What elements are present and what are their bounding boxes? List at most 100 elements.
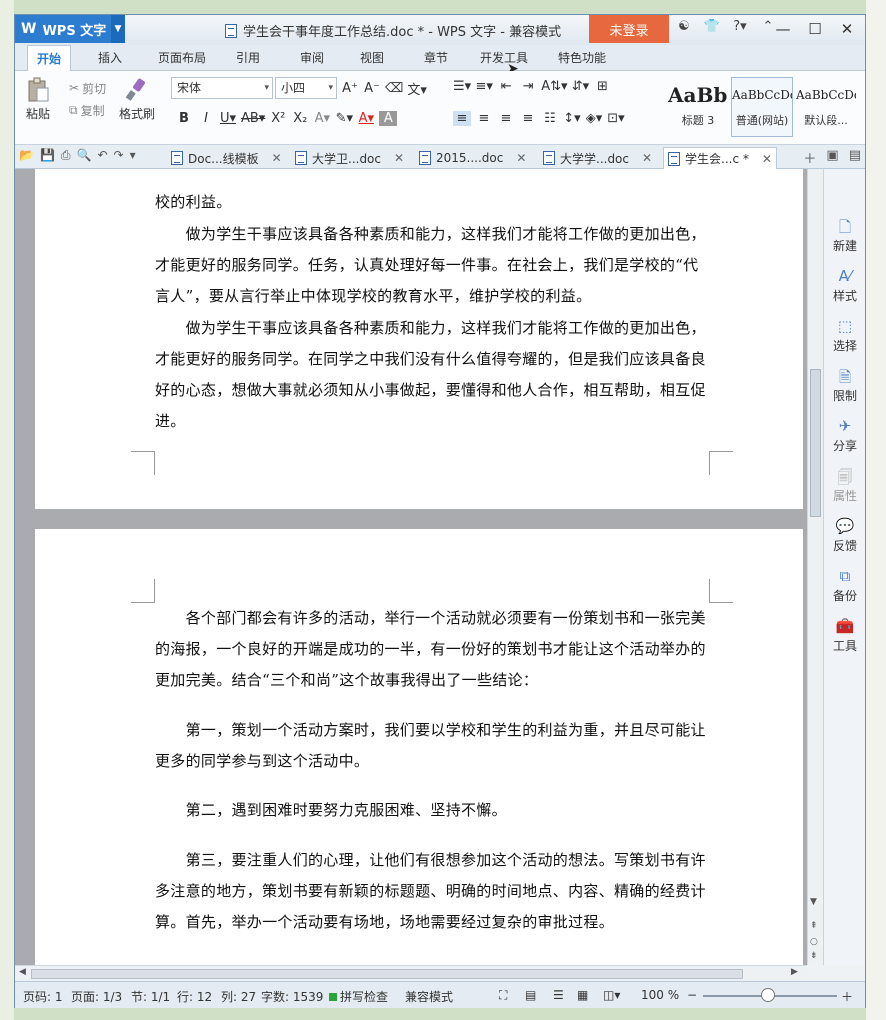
- close-icon[interactable]: ✕: [833, 17, 861, 41]
- fullscreen-view-icon[interactable]: ⛶: [499, 988, 507, 1003]
- taskpane-new[interactable]: 🗋 新建: [824, 217, 866, 254]
- maximize-icon[interactable]: ☐: [801, 17, 829, 41]
- font-size-select[interactable]: 小四: [275, 77, 337, 99]
- open-folder-icon[interactable]: 📂: [19, 148, 34, 163]
- table-grid-icon[interactable]: ⊞: [594, 79, 612, 94]
- reading-mode-icon[interactable]: ◫▾: [603, 988, 620, 1002]
- redo-icon[interactable]: ↷: [114, 148, 124, 163]
- align-center-icon[interactable]: ≡: [475, 111, 493, 126]
- phonetic-icon[interactable]: 文▾: [407, 79, 427, 98]
- scroll-thumb[interactable]: [810, 369, 821, 517]
- italic-icon[interactable]: I: [197, 111, 215, 126]
- close-icon[interactable]: ✕: [762, 152, 772, 166]
- tab-menu-icon[interactable]: ▤: [849, 148, 861, 167]
- doc-tab[interactable]: Doc...线模板 ✕: [167, 147, 286, 169]
- line-spacing-icon[interactable]: ↕▾: [563, 111, 581, 126]
- cloud-icon[interactable]: ☯: [673, 19, 695, 34]
- sort-icon[interactable]: ⇵▾: [572, 79, 590, 94]
- page-view-icon[interactable]: ▤: [525, 988, 536, 1002]
- save-icon[interactable]: 💾: [40, 148, 55, 163]
- doc-tab[interactable]: 大学卫...doc ✕: [291, 147, 408, 169]
- taskpane-select[interactable]: ⬚ 选择: [824, 317, 866, 354]
- chevron-down-icon[interactable]: ▼: [111, 15, 125, 43]
- paste-button[interactable]: 粘贴: [23, 75, 53, 122]
- font-family-select[interactable]: 宋体: [171, 77, 273, 99]
- style-normal-web[interactable]: AaBbCcDd 普通(网站): [731, 77, 793, 137]
- print-icon[interactable]: ⎙: [61, 148, 71, 163]
- strikethrough-icon[interactable]: AB▾: [241, 111, 265, 126]
- close-icon[interactable]: ✕: [516, 151, 526, 165]
- document-canvas[interactable]: 校的利益。 做为学生干事应该具备各种素质和能力，这样我们才能将工作做的更加出色，…: [15, 169, 807, 965]
- shading-icon[interactable]: ◈▾: [585, 111, 603, 126]
- more-icon[interactable]: ▾: [130, 148, 136, 163]
- subscript-icon[interactable]: X₂: [291, 111, 309, 126]
- zoom-slider-handle[interactable]: [761, 988, 775, 1002]
- style-heading3[interactable]: AaBbC 标题 3: [667, 77, 729, 137]
- font-case-icon[interactable]: A⇅▾: [541, 79, 567, 94]
- scroll-thumb[interactable]: [31, 969, 743, 979]
- tab-home[interactable]: 开始: [27, 45, 71, 71]
- clear-format-icon[interactable]: ⌫: [385, 81, 403, 96]
- web-view-icon[interactable]: ▦: [577, 988, 588, 1002]
- doc-tab[interactable]: 2015....doc ✕: [415, 147, 530, 169]
- outline-view-icon[interactable]: ☰: [553, 988, 564, 1002]
- justify-icon[interactable]: ≡: [519, 111, 537, 126]
- doc-tab-active[interactable]: 学生会...c * ✕: [663, 147, 777, 169]
- taskpane-tools[interactable]: 🧰 工具: [824, 617, 866, 654]
- doc-tab[interactable]: 大学学...doc ✕: [539, 147, 656, 169]
- tab-special[interactable]: 特色功能: [551, 45, 613, 71]
- scroll-right-icon[interactable]: ▶: [791, 967, 798, 977]
- highlight-icon[interactable]: ✎▾: [335, 111, 353, 126]
- underline-icon[interactable]: U▾: [219, 111, 237, 126]
- close-icon[interactable]: ✕: [272, 151, 282, 165]
- text-effect-icon[interactable]: A▾: [313, 111, 331, 126]
- minimize-icon[interactable]: —: [769, 17, 797, 41]
- help-icon[interactable]: ?▾: [729, 19, 751, 34]
- browse-object-icon[interactable]: ○: [810, 937, 818, 947]
- taskpane-properties[interactable]: 🗐 属性: [824, 467, 866, 504]
- grow-font-icon[interactable]: A⁺: [341, 81, 359, 96]
- superscript-icon[interactable]: X²: [269, 111, 287, 126]
- new-tab-icon[interactable]: ＋: [803, 148, 816, 167]
- taskpane-restrict[interactable]: 🗎 限制: [824, 367, 866, 404]
- tab-review[interactable]: 审阅: [295, 45, 329, 71]
- shrink-font-icon[interactable]: A⁻: [363, 81, 381, 96]
- border-icon[interactable]: ⊡▾: [607, 111, 625, 126]
- zoom-out-icon[interactable]: −: [687, 988, 697, 1002]
- next-page-icon[interactable]: ⇟: [810, 951, 818, 961]
- prev-page-icon[interactable]: ⇞: [810, 921, 818, 931]
- tab-chapter[interactable]: 章节: [419, 45, 453, 71]
- tab-insert[interactable]: 插入: [91, 45, 129, 71]
- close-icon[interactable]: ✕: [394, 151, 404, 165]
- close-icon[interactable]: ✕: [642, 151, 652, 165]
- spell-check-toggle[interactable]: 拼写检查: [329, 988, 388, 1005]
- tab-developer[interactable]: 开发工具: [475, 45, 533, 71]
- skin-icon[interactable]: 👕: [701, 19, 723, 34]
- taskpane-backup[interactable]: ⧉ 备份: [824, 567, 866, 604]
- bold-icon[interactable]: B: [175, 111, 193, 126]
- copy-button[interactable]: ⧉ 复制: [69, 99, 106, 121]
- login-button[interactable]: 未登录: [589, 15, 669, 43]
- bullet-list-icon[interactable]: ☰▾: [453, 79, 471, 94]
- style-default-para[interactable]: AaBbCcDd 默认段...: [795, 77, 857, 137]
- taskpane-styles[interactable]: A⁄ 样式: [824, 267, 866, 304]
- tab-view[interactable]: 视图: [355, 45, 389, 71]
- format-painter-button[interactable]: 格式刷: [119, 75, 155, 122]
- vertical-scrollbar[interactable]: ▼ ⇞ ○ ⇟: [807, 169, 823, 965]
- horizontal-scrollbar[interactable]: ◀ ▶: [15, 965, 807, 981]
- decrease-indent-icon[interactable]: ⇤: [497, 79, 515, 94]
- font-color-icon[interactable]: A▾: [357, 111, 375, 126]
- app-menu-button[interactable]: W WPS 文字 ▼: [15, 15, 125, 43]
- taskpane-feedback[interactable]: 💬 反馈: [824, 517, 866, 554]
- zoom-level[interactable]: 100 %: [641, 988, 679, 1002]
- numbered-list-icon[interactable]: ≡▾: [475, 79, 493, 94]
- distribute-icon[interactable]: ☷: [541, 111, 559, 126]
- align-right-icon[interactable]: ≡: [497, 111, 515, 126]
- tab-page-layout[interactable]: 页面布局: [151, 45, 213, 71]
- increase-indent-icon[interactable]: ⇥: [519, 79, 537, 94]
- tab-references[interactable]: 引用: [231, 45, 265, 71]
- char-shading-icon[interactable]: A: [379, 111, 398, 126]
- scroll-left-icon[interactable]: ◀: [19, 967, 26, 977]
- zoom-in-icon[interactable]: ＋: [841, 988, 853, 1005]
- scroll-down-icon[interactable]: ▼: [810, 897, 817, 907]
